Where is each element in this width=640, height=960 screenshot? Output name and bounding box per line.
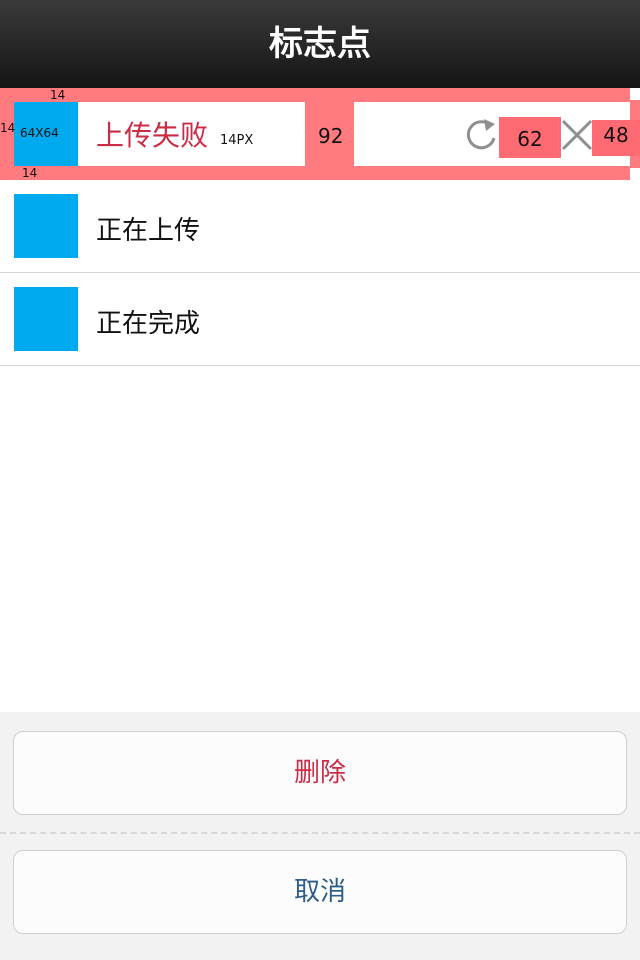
spacing-left-label: 14: [0, 121, 16, 135]
thumbnail: [14, 287, 78, 351]
retry-icon[interactable]: [464, 116, 500, 152]
delete-button[interactable]: 删除: [13, 731, 627, 815]
spacing-bottom-label: 14: [22, 166, 38, 180]
row-edge-decoration: [630, 88, 640, 100]
divider: [0, 832, 640, 834]
list-item[interactable]: 正在完成: [0, 273, 640, 366]
close-icon[interactable]: [560, 116, 594, 152]
upload-failed-title: 上传失败: [96, 119, 209, 152]
list-item[interactable]: 正在上传: [0, 180, 640, 273]
gap-measure-label: 92: [318, 124, 344, 148]
page-title: 标志点: [0, 0, 640, 88]
thumbnail-size-label: 64X64: [20, 126, 59, 140]
list-item-title: 正在上传: [96, 216, 201, 246]
thumbnail: [14, 194, 78, 258]
list-item-title: 正在完成: [96, 309, 201, 339]
retry-width-badge: 62: [499, 117, 561, 158]
font-size-label: 14PX: [220, 133, 254, 148]
close-width-badge: 48: [592, 120, 640, 156]
row-edge-decoration: [630, 168, 640, 180]
action-sheet: 删除 取消: [0, 712, 640, 960]
cancel-button[interactable]: 取消: [13, 850, 627, 934]
spacing-top-label: 14: [50, 88, 66, 102]
